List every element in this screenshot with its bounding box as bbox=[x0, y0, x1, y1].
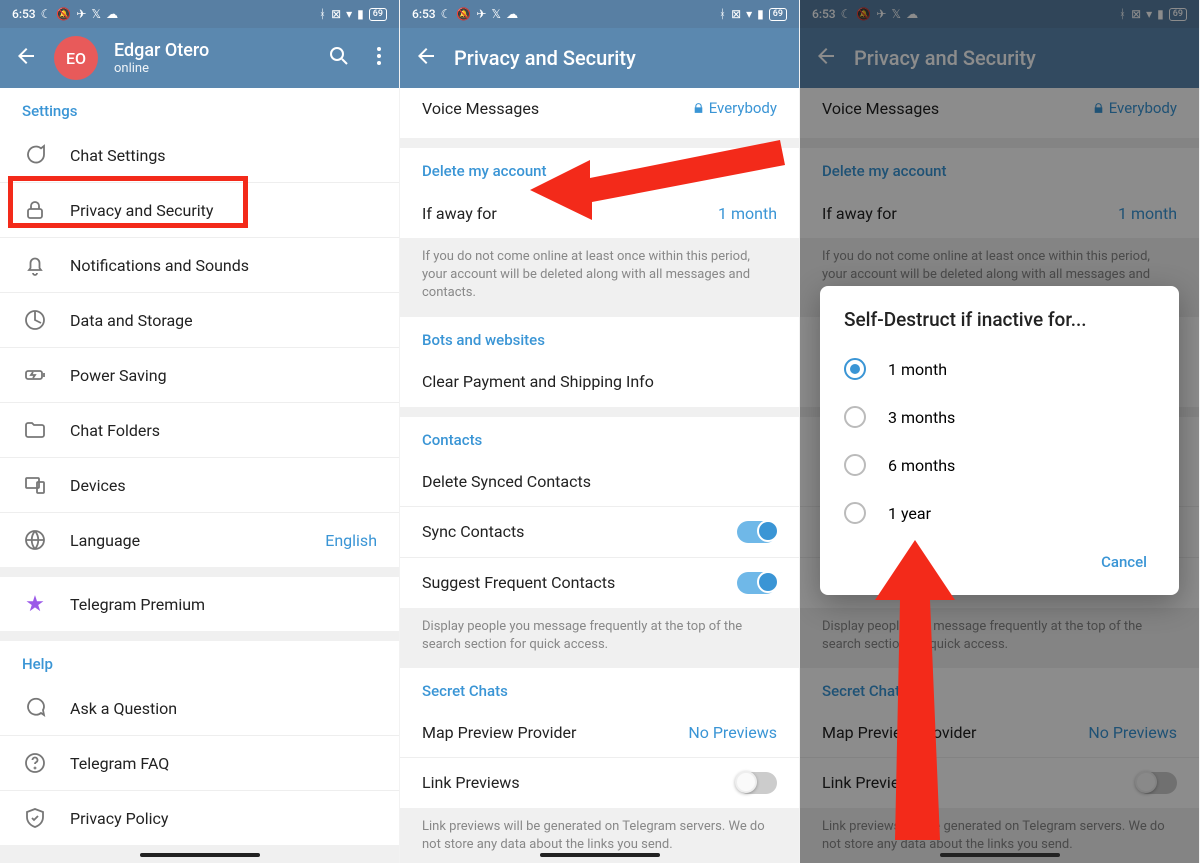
option-6months[interactable]: 6 months bbox=[820, 441, 1179, 489]
home-indicator bbox=[140, 853, 260, 857]
screen-settings: 6:53 ☾ 🔕 ✈ 𝕏 ☁ ᚼ ⊠ ▾ ▮ 69 EO Edgar Otero… bbox=[0, 0, 400, 863]
app-bar: EO Edgar Otero online bbox=[0, 28, 399, 88]
settings-content: Settings Chat Settings Privacy and Secur… bbox=[0, 88, 399, 863]
row-data[interactable]: Data and Storage bbox=[0, 293, 399, 348]
self-destruct-dialog: Self-Destruct if inactive for... 1 month… bbox=[820, 286, 1179, 595]
row-policy[interactable]: Privacy Policy bbox=[0, 791, 399, 845]
bots-header: Bots and websites bbox=[400, 317, 799, 357]
row-chat-settings[interactable]: Chat Settings bbox=[0, 128, 399, 183]
row-notifications[interactable]: Notifications and Sounds bbox=[0, 238, 399, 293]
toggle-suggest[interactable] bbox=[737, 572, 777, 594]
row-voice[interactable]: Voice Messages Everybody bbox=[400, 88, 799, 138]
battery-icon bbox=[22, 362, 48, 388]
home-indicator bbox=[940, 853, 1060, 857]
row-del-synced[interactable]: Delete Synced Contacts bbox=[400, 457, 799, 507]
moon-icon: ☾ bbox=[41, 7, 52, 21]
dnd-icon: 🔕 bbox=[56, 7, 71, 21]
home-indicator bbox=[540, 853, 660, 857]
row-sync[interactable]: Sync Contacts bbox=[400, 507, 799, 558]
page-title: Privacy and Security bbox=[454, 46, 785, 70]
data-icon bbox=[22, 307, 48, 333]
status-time: 6:53 bbox=[12, 7, 36, 21]
folder-icon bbox=[22, 417, 48, 443]
radio-icon bbox=[844, 502, 866, 524]
status-bar: 6:53 ☾🔕✈𝕏☁ ᚼ⊠▾▮ 69 bbox=[400, 0, 799, 28]
row-link-previews[interactable]: Link Previews bbox=[400, 758, 799, 808]
row-clear-payment[interactable]: Clear Payment and Shipping Info bbox=[400, 357, 799, 407]
delete-desc: If you do not come online at least once … bbox=[400, 238, 799, 317]
row-faq[interactable]: Telegram FAQ bbox=[0, 736, 399, 791]
contacts-header: Contacts bbox=[400, 417, 799, 457]
row-suggest[interactable]: Suggest Frequent Contacts bbox=[400, 558, 799, 608]
search-icon[interactable] bbox=[327, 44, 351, 72]
cloud-icon: ☁ bbox=[106, 7, 118, 21]
shield-icon bbox=[22, 805, 48, 831]
status-bar: 6:53 ☾ 🔕 ✈ 𝕏 ☁ ᚼ ⊠ ▾ ▮ 69 bbox=[0, 0, 399, 28]
dialog-title: Self-Destruct if inactive for... bbox=[820, 304, 1179, 345]
row-ask[interactable]: Ask a Question bbox=[0, 681, 399, 736]
radio-icon bbox=[844, 358, 866, 380]
row-devices[interactable]: Devices bbox=[0, 458, 399, 513]
back-icon[interactable] bbox=[414, 44, 438, 72]
telegram-icon: ✈ bbox=[76, 7, 86, 21]
x-icon: 𝕏 bbox=[91, 7, 101, 21]
option-1month[interactable]: 1 month bbox=[820, 345, 1179, 393]
settings-header: Settings bbox=[0, 88, 399, 128]
more-icon[interactable] bbox=[367, 44, 385, 72]
cancel-button[interactable]: Cancel bbox=[1089, 545, 1159, 579]
lock-icon bbox=[22, 197, 48, 223]
row-map[interactable]: Map Preview Provider No Previews bbox=[400, 708, 799, 758]
delete-header: Delete my account bbox=[400, 148, 799, 188]
profile-status: online bbox=[114, 61, 311, 76]
globe-icon bbox=[22, 527, 48, 553]
language-value: English bbox=[325, 531, 377, 550]
suggest-desc: Display people you message frequently at… bbox=[400, 608, 799, 668]
bell-icon bbox=[22, 252, 48, 278]
app-bar: Privacy and Security bbox=[400, 28, 799, 88]
data-icon: ⊠ bbox=[331, 7, 341, 21]
devices-icon bbox=[22, 472, 48, 498]
back-icon[interactable] bbox=[14, 44, 38, 72]
signal-icon: ▮ bbox=[357, 7, 364, 21]
battery-icon: 69 bbox=[369, 8, 387, 21]
radio-icon bbox=[844, 406, 866, 428]
screen-dialog: 6:53 ☾🔕✈𝕏☁ ᚼ⊠▾▮ 69 Privacy and Security … bbox=[800, 0, 1200, 863]
toggle-link[interactable] bbox=[737, 772, 777, 794]
row-premium[interactable]: ★ Telegram Premium bbox=[0, 577, 399, 631]
chat-icon bbox=[22, 695, 48, 721]
row-if-away[interactable]: If away for 1 month bbox=[400, 188, 799, 238]
help-header: Help bbox=[0, 641, 399, 681]
wifi-icon: ▾ bbox=[346, 7, 352, 21]
question-icon bbox=[22, 750, 48, 776]
radio-icon bbox=[844, 454, 866, 476]
chat-icon bbox=[22, 142, 48, 168]
avatar[interactable]: EO bbox=[54, 36, 98, 80]
bluetooth-icon: ᚼ bbox=[319, 7, 326, 21]
secret-header: Secret Chats bbox=[400, 668, 799, 708]
option-1year[interactable]: 1 year bbox=[820, 489, 1179, 537]
voice-value: Everybody bbox=[692, 99, 777, 117]
row-privacy[interactable]: Privacy and Security bbox=[0, 183, 399, 238]
privacy-content: Voice Messages Everybody Delete my accou… bbox=[400, 88, 799, 863]
row-folders[interactable]: Chat Folders bbox=[0, 403, 399, 458]
row-power[interactable]: Power Saving bbox=[0, 348, 399, 403]
row-language[interactable]: Language English bbox=[0, 513, 399, 567]
star-icon: ★ bbox=[22, 591, 48, 617]
screen-privacy: 6:53 ☾🔕✈𝕏☁ ᚼ⊠▾▮ 69 Privacy and Security … bbox=[400, 0, 800, 863]
profile-name: Edgar Otero bbox=[114, 40, 311, 61]
option-3months[interactable]: 3 months bbox=[820, 393, 1179, 441]
toggle-sync[interactable] bbox=[737, 521, 777, 543]
